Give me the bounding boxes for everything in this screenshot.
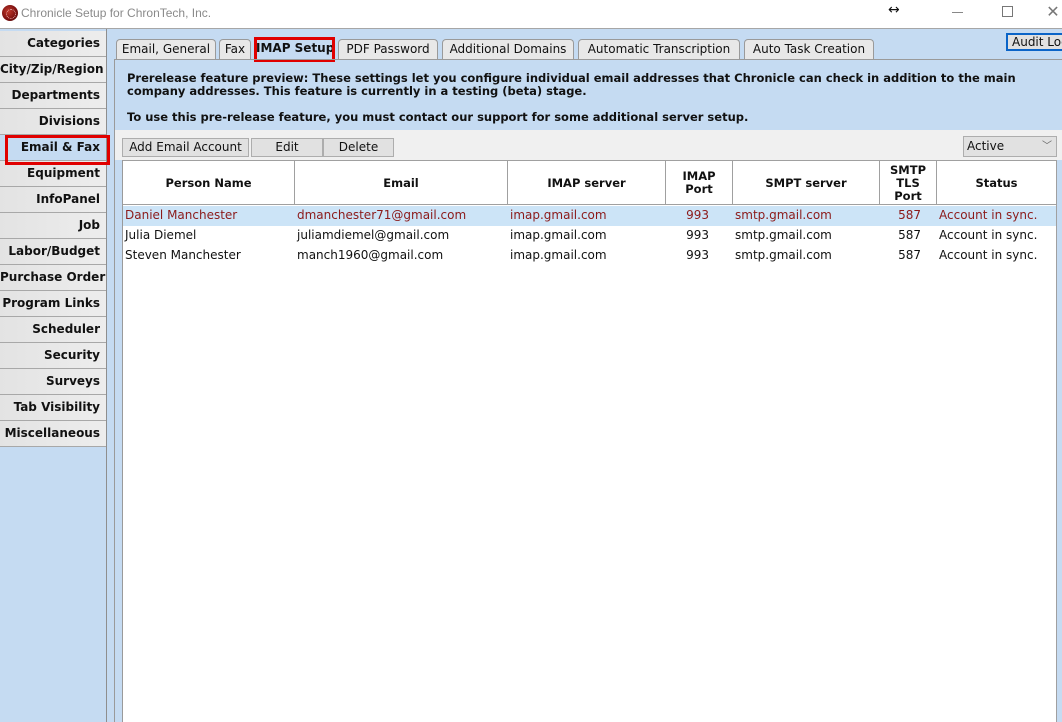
sidebar-item-departments[interactable]: Departments bbox=[0, 83, 106, 109]
content-area: Email, General Fax IMAP Setup PDF Passwo… bbox=[114, 29, 1062, 722]
main-frame: Categories City/Zip/Region Departments D… bbox=[0, 28, 1062, 722]
cell-status: Account in sync. bbox=[939, 228, 1038, 242]
sidebar-item-infopanel[interactable]: InfoPanel bbox=[0, 187, 106, 213]
cell-person-name: Steven Manchester bbox=[125, 248, 241, 262]
cell-smtp-tls-port: 587 bbox=[898, 208, 921, 222]
cell-status: Account in sync. bbox=[939, 248, 1038, 262]
table-row[interactable]: Steven Manchester manch1960@gmail.com im… bbox=[123, 246, 1057, 266]
horizontal-resize-icon[interactable]: ↔ bbox=[888, 2, 900, 18]
close-icon: ✕ bbox=[1046, 2, 1060, 21]
table-row[interactable]: Daniel Manchester dmanchester71@gmail.co… bbox=[123, 206, 1057, 226]
audit-log-button[interactable]: Audit Log bbox=[1006, 33, 1062, 51]
email-accounts-table: Person Name Email IMAP server IMAP Port … bbox=[122, 160, 1057, 722]
cell-imap-port: 993 bbox=[686, 228, 709, 242]
cell-imap-server: imap.gmail.com bbox=[510, 248, 607, 262]
prerelease-notice: Prerelease feature preview: These settin… bbox=[127, 72, 1047, 137]
cell-imap-port: 993 bbox=[686, 208, 709, 222]
cell-smtp-server: smtp.gmail.com bbox=[735, 248, 832, 262]
notice-text-support: To use this pre-release feature, you mus… bbox=[127, 110, 749, 124]
tab-email-general[interactable]: Email, General bbox=[116, 39, 216, 59]
cell-imap-server: imap.gmail.com bbox=[510, 208, 607, 222]
sidebar-item-labor-budget[interactable]: Labor/Budget bbox=[0, 239, 106, 265]
accounts-toolbar: Add Email Account Edit Delete Active ﹀ bbox=[115, 130, 1062, 160]
sidebar: Categories City/Zip/Region Departments D… bbox=[0, 29, 107, 722]
sidebar-item-surveys[interactable]: Surveys bbox=[0, 369, 106, 395]
tab-auto-task-creation[interactable]: Auto Task Creation bbox=[744, 39, 874, 59]
cell-smtp-tls-port: 587 bbox=[898, 248, 921, 262]
tab-bar: Email, General Fax IMAP Setup PDF Passwo… bbox=[114, 37, 1062, 59]
sidebar-item-purchase-order[interactable]: Purchase Order bbox=[0, 265, 106, 291]
cell-email: manch1960@gmail.com bbox=[297, 248, 444, 262]
sidebar-item-miscellaneous[interactable]: Miscellaneous bbox=[0, 421, 106, 447]
maximize-button[interactable] bbox=[984, 0, 1030, 26]
column-header-person-name[interactable]: Person Name bbox=[123, 161, 295, 205]
chronicle-app-icon bbox=[2, 5, 18, 21]
window-title: Chronicle Setup for ChronTech, Inc. bbox=[21, 6, 212, 20]
sidebar-item-city-zip-region[interactable]: City/Zip/Region bbox=[0, 57, 106, 83]
edit-button[interactable]: Edit bbox=[251, 138, 323, 157]
cell-email: dmanchester71@gmail.com bbox=[297, 208, 467, 222]
cell-status: Account in sync. bbox=[939, 208, 1038, 222]
sidebar-item-security[interactable]: Security bbox=[0, 343, 106, 369]
cell-person-name: Daniel Manchester bbox=[125, 208, 238, 222]
sidebar-item-divisions[interactable]: Divisions bbox=[0, 109, 106, 135]
minimize-button[interactable] bbox=[936, 0, 982, 26]
tab-additional-domains[interactable]: Additional Domains bbox=[442, 39, 574, 59]
cell-imap-server: imap.gmail.com bbox=[510, 228, 607, 242]
column-header-smtp-tls-port[interactable]: SMTP TLS Port bbox=[880, 161, 937, 205]
status-filter-value: Active bbox=[967, 139, 1005, 153]
add-email-account-button[interactable]: Add Email Account bbox=[122, 138, 249, 157]
table-right-border bbox=[1056, 160, 1062, 722]
cell-email: juliamdiemel@gmail.com bbox=[297, 228, 450, 242]
sidebar-item-equipment[interactable]: Equipment bbox=[0, 161, 106, 187]
notice-text-preview: Prerelease feature preview: These settin… bbox=[127, 71, 1016, 98]
tab-imap-setup[interactable]: IMAP Setup bbox=[255, 37, 334, 59]
chevron-down-icon: ﹀ bbox=[1042, 141, 1052, 152]
sidebar-item-job[interactable]: Job bbox=[0, 213, 106, 239]
delete-button[interactable]: Delete bbox=[323, 138, 394, 157]
cell-smtp-tls-port: 587 bbox=[898, 228, 921, 242]
cell-imap-port: 993 bbox=[686, 248, 709, 262]
column-header-imap-server[interactable]: IMAP server bbox=[508, 161, 666, 205]
title-bar: Chronicle Setup for ChronTech, Inc. ↔ ✕ bbox=[0, 0, 1062, 28]
sidebar-item-email-fax[interactable]: Email & Fax bbox=[0, 135, 106, 161]
cell-smtp-server: smtp.gmail.com bbox=[735, 228, 832, 242]
column-header-imap-port[interactable]: IMAP Port bbox=[666, 161, 733, 205]
column-header-smtp-server[interactable]: SMPT server bbox=[733, 161, 880, 205]
cell-smtp-server: smtp.gmail.com bbox=[735, 208, 832, 222]
tab-fax[interactable]: Fax bbox=[219, 39, 251, 59]
sidebar-item-program-links[interactable]: Program Links bbox=[0, 291, 106, 317]
status-filter-select[interactable]: Active ﹀ bbox=[963, 136, 1057, 157]
sidebar-item-scheduler[interactable]: Scheduler bbox=[0, 317, 106, 343]
sidebar-item-categories[interactable]: Categories bbox=[0, 31, 106, 57]
table-row[interactable]: Julia Diemel juliamdiemel@gmail.com imap… bbox=[123, 226, 1057, 246]
maximize-icon bbox=[1002, 6, 1013, 17]
minimize-icon bbox=[952, 12, 963, 13]
tab-pdf-password[interactable]: PDF Password bbox=[338, 39, 438, 59]
sidebar-item-tab-visibility[interactable]: Tab Visibility bbox=[0, 395, 106, 421]
column-header-email[interactable]: Email bbox=[295, 161, 508, 205]
table-header: Person Name Email IMAP server IMAP Port … bbox=[123, 160, 1057, 205]
cell-person-name: Julia Diemel bbox=[125, 228, 197, 242]
column-header-status[interactable]: Status bbox=[937, 161, 1057, 205]
close-button[interactable]: ✕ bbox=[1030, 0, 1062, 26]
tab-automatic-transcription[interactable]: Automatic Transcription bbox=[578, 39, 740, 59]
imap-setup-panel: Prerelease feature preview: These settin… bbox=[114, 59, 1062, 722]
